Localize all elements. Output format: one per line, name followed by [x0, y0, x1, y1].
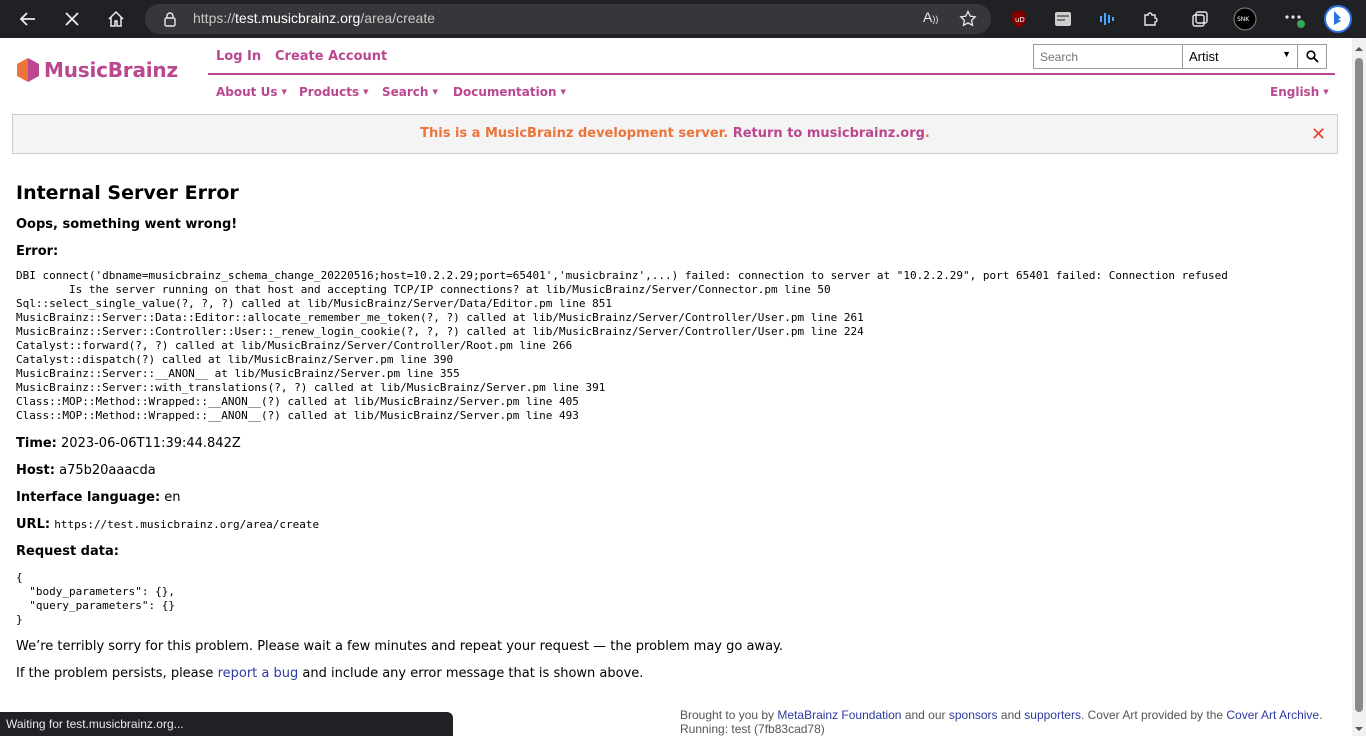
home-button[interactable] — [103, 6, 129, 32]
language-selector[interactable]: English ▼ — [1270, 85, 1329, 99]
url-host: test.musicbrainz.org — [235, 10, 361, 26]
persist-suffix: and include any error message that is sh… — [298, 666, 644, 681]
request-data: { "body_parameters": {}, "query_paramete… — [16, 571, 175, 626]
caret-down-icon: ▼ — [1323, 88, 1329, 96]
puzzle-extensions-icon[interactable] — [1139, 7, 1163, 31]
menu-about-us[interactable]: About Us ▼ — [216, 85, 287, 99]
web-page: MusicBrainz Log In Create Account Artist… — [0, 38, 1352, 736]
return-link[interactable]: Return to musicbrainz.org — [733, 126, 925, 141]
error-label: Error: — [16, 244, 59, 259]
login-link[interactable]: Log In — [216, 49, 261, 64]
scrollbar-thumb[interactable] — [1355, 58, 1363, 712]
page-title: Internal Server Error — [16, 182, 239, 204]
banner-text: This is a MusicBrainz development server… — [420, 126, 733, 141]
caret-down-icon: ▼ — [363, 88, 369, 96]
close-icon — [65, 12, 79, 26]
time-label: Time: — [16, 436, 57, 451]
footer-text: and — [997, 708, 1025, 722]
sound-extension-icon[interactable] — [1095, 7, 1119, 31]
ublock-extension-icon[interactable]: uD — [1007, 7, 1031, 31]
bing-chat-icon[interactable] — [1324, 5, 1352, 33]
supporters-link[interactable]: supporters — [1024, 708, 1081, 722]
apology-text: We’re terribly sorry for this problem. P… — [16, 639, 784, 654]
scroll-up-arrow-icon[interactable] — [1353, 40, 1365, 52]
dev-server-banner: This is a MusicBrainz development server… — [12, 114, 1338, 154]
header-divider — [208, 73, 1335, 75]
url-row: URL: https://test.musicbrainz.org/area/c… — [16, 517, 319, 532]
url-label: URL: — [16, 517, 51, 532]
read-aloud-icon[interactable]: A)) — [923, 9, 938, 25]
banner-suffix: . — [924, 126, 930, 141]
host-label: Host: — [16, 463, 55, 478]
dropdown-arrow-icon: ▼ — [1282, 49, 1291, 59]
footer-text: Brought to you by — [680, 708, 778, 722]
footer-credits: Brought to you by MetaBrainz Foundation … — [680, 708, 1322, 722]
time-row: Time: 2023-06-06T11:39:44.842Z — [16, 436, 241, 451]
footer-text: and our — [901, 708, 949, 722]
persist-text: If the problem persists, please report a… — [16, 666, 643, 681]
musicbrainz-logo[interactable]: MusicBrainz — [16, 57, 178, 83]
scroll-down-arrow-icon[interactable] — [1353, 720, 1365, 732]
host-row: Host: a75b20aaacda — [16, 463, 156, 478]
menu-label: Search — [382, 85, 429, 99]
language-label: English — [1270, 85, 1320, 99]
search-button[interactable] — [1297, 44, 1327, 69]
menu-label: About Us — [216, 85, 278, 99]
logo-text: MusicBrainz — [44, 58, 178, 82]
url-scheme: https:// — [193, 10, 236, 26]
browser-toolbar: https://test.musicbrainz.org/area/create… — [0, 0, 1366, 38]
browser-status-bar: Waiting for test.musicbrainz.org... — [0, 712, 453, 736]
caret-down-icon: ▼ — [432, 88, 438, 96]
metabrainz-link[interactable]: MetaBrainz Foundation — [777, 708, 901, 722]
menu-documentation[interactable]: Documentation ▼ — [453, 85, 566, 99]
footer-text: . Cover Art provided by the — [1080, 708, 1227, 722]
persist-prefix: If the problem persists, please — [16, 666, 218, 681]
menu-search[interactable]: Search ▼ — [382, 85, 438, 99]
stop-loading-button[interactable] — [59, 6, 85, 32]
caret-down-icon: ▼ — [560, 88, 566, 96]
search-type-select[interactable]: Artist ▼ — [1182, 44, 1298, 69]
address-url: https://test.musicbrainz.org/area/create — [193, 10, 435, 26]
close-icon[interactable]: ✕ — [1311, 124, 1326, 145]
back-button[interactable] — [15, 6, 41, 32]
sponsors-link[interactable]: sponsors — [949, 708, 998, 722]
back-arrow-icon — [19, 12, 35, 26]
svg-text:SNK: SNK — [1237, 16, 1250, 23]
more-options-icon[interactable] — [1282, 7, 1306, 31]
address-bar[interactable]: https://test.musicbrainz.org/area/create… — [145, 4, 991, 34]
musicbrainz-logo-icon — [17, 58, 39, 82]
create-account-link[interactable]: Create Account — [275, 49, 387, 64]
extension-grid-icon[interactable] — [1051, 7, 1075, 31]
status-text: Waiting for test.musicbrainz.org... — [6, 717, 184, 731]
error-subtitle: Oops, something went wrong! — [16, 217, 238, 232]
collections-icon[interactable] — [1188, 7, 1212, 31]
search-input[interactable] — [1033, 44, 1183, 69]
menu-label: Documentation — [453, 85, 557, 99]
footer-text: . — [1319, 708, 1323, 722]
host-value: a75b20aaacda — [59, 463, 156, 478]
url-path: /area/create — [360, 10, 436, 26]
banner-message: This is a MusicBrainz development server… — [13, 126, 1337, 141]
search-type-value: Artist — [1189, 49, 1219, 64]
caret-down-icon: ▼ — [281, 88, 287, 96]
error-stack-trace: DBI connect('dbname=musicbrainz_schema_c… — [16, 269, 1228, 422]
report-bug-link[interactable]: report a bug — [218, 666, 299, 681]
lock-icon — [164, 12, 176, 27]
time-value: 2023-06-06T11:39:44.842Z — [61, 436, 241, 451]
svg-text:uD: uD — [1015, 16, 1025, 24]
footer-running: Running: test (7fb83cad78) — [680, 722, 825, 736]
menu-products[interactable]: Products ▼ — [299, 85, 368, 99]
profile-avatar-icon[interactable]: SNK — [1233, 7, 1257, 31]
language-row: Interface language: en — [16, 490, 181, 505]
menu-label: Products — [299, 85, 360, 99]
request-data-label: Request data: — [16, 544, 119, 559]
url-value: https://test.musicbrainz.org/area/create — [54, 518, 320, 531]
favorite-star-icon[interactable] — [959, 10, 977, 28]
search-icon — [1305, 50, 1319, 63]
language-label: Interface language: — [16, 490, 161, 505]
cover-art-archive-link[interactable]: Cover Art Archive — [1226, 708, 1319, 722]
language-value: en — [164, 490, 181, 505]
home-icon — [108, 10, 124, 27]
